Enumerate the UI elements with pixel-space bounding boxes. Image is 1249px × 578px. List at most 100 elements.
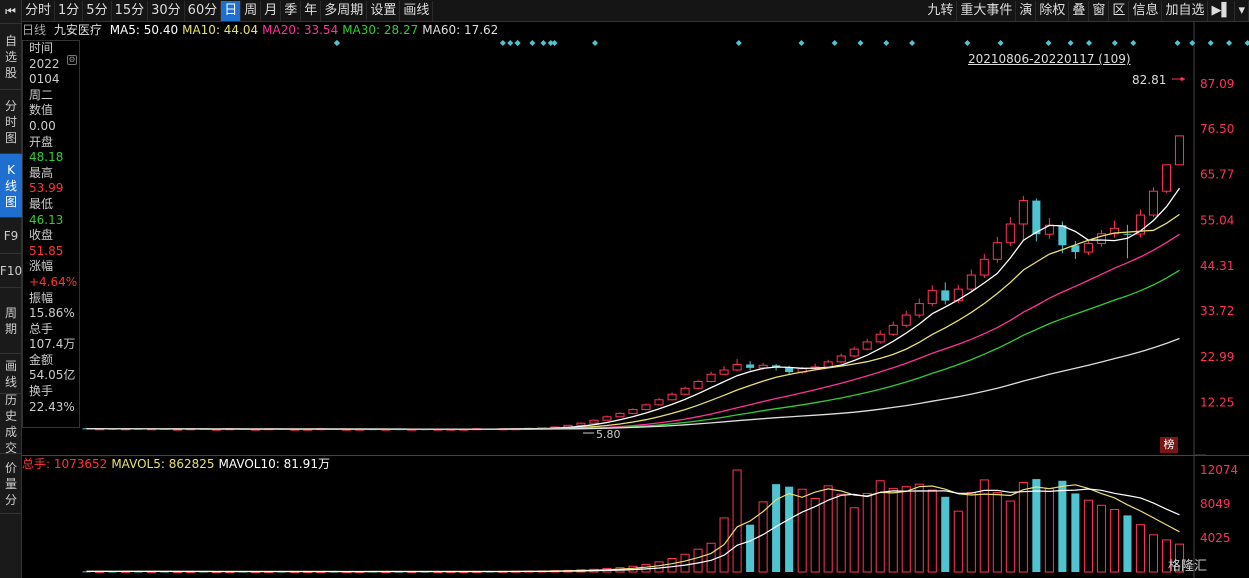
info-value-3: 0.00 <box>29 118 56 133</box>
price-tick-label: 76.50 <box>1200 122 1234 136</box>
info-label-10: 总手 <box>29 321 54 336</box>
signal-marker <box>798 40 805 46</box>
volume-bar <box>1123 515 1132 572</box>
volume-bar <box>1148 534 1159 573</box>
volume-bar <box>1083 499 1093 573</box>
candle-body <box>992 242 1002 260</box>
candle-body <box>589 419 599 424</box>
candle-body <box>914 303 924 316</box>
price-tick-label: 33.72 <box>1200 304 1234 318</box>
candle-body <box>615 412 625 418</box>
candle-body <box>849 348 859 357</box>
signal-marker <box>831 40 838 46</box>
signal-marker <box>1174 40 1181 46</box>
signal-marker <box>1130 40 1137 46</box>
signal-marker <box>1086 40 1093 46</box>
candle-body <box>1058 225 1067 246</box>
candle-body <box>628 409 638 414</box>
info-value-1: 0104 <box>29 72 60 87</box>
ranking-badge[interactable]: 榜 <box>1160 437 1178 453</box>
volume-bar <box>966 492 976 573</box>
info-label-12: 换手 <box>29 384 54 399</box>
candle-body <box>941 290 950 301</box>
price-tick-label: 65.77 <box>1200 168 1234 182</box>
volume-bar <box>758 501 768 573</box>
candle-body <box>1148 190 1159 216</box>
volume-bar <box>1096 504 1106 573</box>
candle-body <box>706 373 716 382</box>
min-price-label: 5.80 <box>596 428 621 441</box>
ma-line-5 <box>86 187 1181 431</box>
signal-marker <box>857 40 864 46</box>
candle-body <box>732 363 742 371</box>
candle-body <box>1083 243 1093 253</box>
date-range-label[interactable]: 20210806-20220117 (109) <box>968 52 1131 66</box>
candle-body <box>979 258 989 276</box>
candle-body <box>875 333 885 343</box>
candle-body <box>1032 200 1041 235</box>
kline-chart[interactable]: 87.09 76.50 65.77 55.04 44.31 33.72 22.99 12.25… <box>0 0 1249 578</box>
volume-bar <box>706 542 716 573</box>
ma-line-30 <box>86 269 1180 430</box>
info-value-10: 107.4万 <box>29 337 76 352</box>
signal-marker <box>1045 40 1052 46</box>
info-value-4: 48.18 <box>29 150 64 165</box>
volume-bar <box>927 489 937 573</box>
info-value-2: 周二 <box>29 87 54 102</box>
volume-bar <box>797 488 807 573</box>
info-label-8: 涨幅 <box>29 259 54 274</box>
volume-bar <box>1005 500 1015 573</box>
volume-bar <box>901 486 911 573</box>
price-tick-label: 22.99 <box>1200 350 1234 364</box>
candle-body <box>901 314 911 326</box>
signal-marker <box>551 40 558 46</box>
signal-marker <box>883 40 890 46</box>
signal-marker <box>529 40 536 46</box>
watermark: 格隆汇 <box>1168 559 1208 574</box>
signal-marker <box>540 40 547 46</box>
info-value-6: 46.13 <box>29 212 64 227</box>
info-value-8: +4.64% <box>29 274 78 289</box>
gear-icon[interactable]: ⚙ <box>67 55 77 65</box>
candle-body <box>836 355 846 363</box>
price-tick-label: 44.31 <box>1200 259 1234 273</box>
info-value-12: 22.43% <box>29 399 75 414</box>
volume-bar <box>849 507 859 573</box>
volume-bar <box>667 557 677 573</box>
candle-body <box>966 274 976 290</box>
ma-line-10 <box>86 213 1180 430</box>
candle-body <box>1123 233 1132 235</box>
signal-marker <box>1244 40 1249 46</box>
signal-marker <box>964 40 971 46</box>
info-label-4: 开盘 <box>29 134 54 149</box>
volume-bar <box>810 498 820 573</box>
volume-bar <box>1018 481 1028 573</box>
mavol-line-5 <box>86 484 1180 573</box>
volume-bar <box>836 493 846 573</box>
info-label-3: 数值 <box>29 103 54 118</box>
signal-marker <box>1111 40 1118 46</box>
volume-bar <box>1032 479 1041 572</box>
candle-body <box>641 404 651 411</box>
volume-tick-label: 8049 <box>1200 497 1231 511</box>
volume-legend-item-2: MAVOL10: 81.91万 <box>218 457 330 471</box>
candle-body <box>680 387 690 395</box>
price-tick-label: 87.09 <box>1200 77 1234 91</box>
last-price-dot <box>1180 77 1184 81</box>
volume-tick-label: 4025 <box>1200 531 1231 545</box>
volume-bar <box>746 524 755 572</box>
info-label-5: 最高 <box>29 165 54 180</box>
signal-marker <box>499 40 506 46</box>
info-value-7: 51.85 <box>29 243 64 258</box>
volume-bar <box>1109 508 1119 573</box>
candle-body <box>667 393 677 401</box>
info-value-5: 53.99 <box>29 181 64 196</box>
info-value-9: 15.86% <box>29 306 75 321</box>
signal-marker <box>592 40 599 46</box>
volume-tick-label: 12074 <box>1200 463 1238 477</box>
signal-marker <box>333 40 340 46</box>
volume-legend: 总手: 1073652 MAVOL5: 862825 MAVOL10: 81.91万 <box>22 456 334 472</box>
candle-body <box>576 422 586 426</box>
candle-body <box>888 324 898 335</box>
signal-marker <box>1226 40 1233 46</box>
